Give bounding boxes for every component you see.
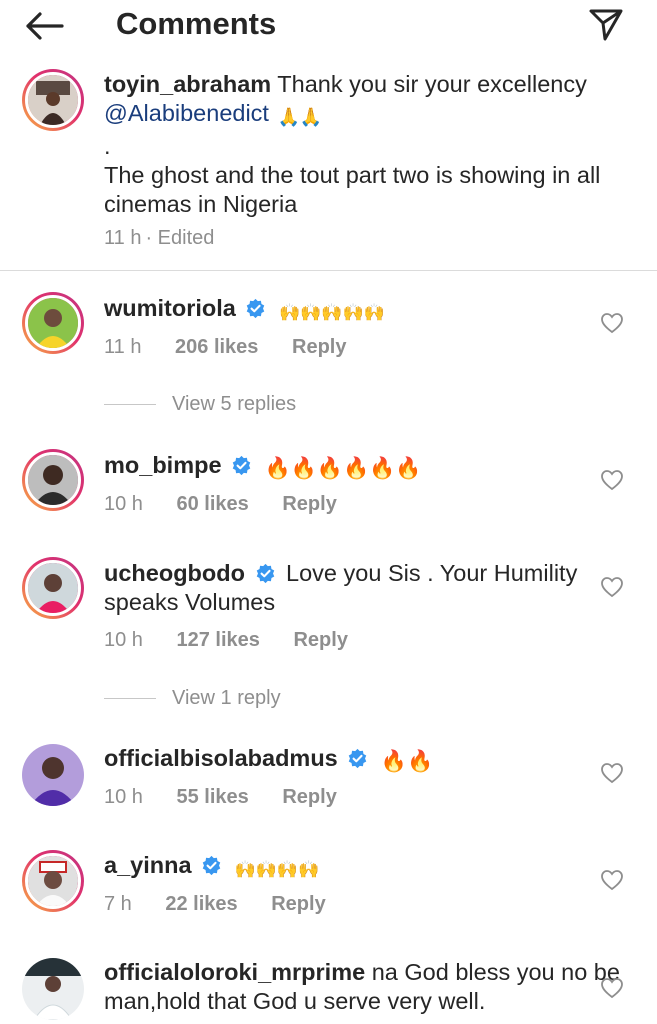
comment-time: 10 h xyxy=(104,786,143,808)
replies-line xyxy=(104,698,156,699)
avatar[interactable] xyxy=(22,449,84,511)
comment-text: officialbisolabadmus 🔥🔥 xyxy=(104,744,624,776)
emoji-reaction: 🙌🙌🙌🙌 xyxy=(234,860,320,879)
comment-time: 10 h xyxy=(104,493,143,515)
top-bar: Comments xyxy=(0,0,657,52)
heart-icon[interactable] xyxy=(600,977,624,999)
view-replies-button[interactable]: View 5 replies xyxy=(104,393,296,416)
comment-time: 10 h xyxy=(104,629,143,651)
back-button[interactable] xyxy=(22,8,66,44)
comment-text: mo_bimpe 🔥🔥🔥🔥🔥🔥 xyxy=(104,451,624,483)
caption-line1: Thank you sir your excellency xyxy=(277,71,587,97)
heart-icon[interactable] xyxy=(600,576,624,598)
caption-meta: 11 h · Edited xyxy=(104,227,242,250)
caption-time: 11 h xyxy=(104,227,142,249)
arrow-left-icon xyxy=(26,12,64,40)
comment-username[interactable]: ucheogbodo xyxy=(104,560,245,586)
view-replies-button[interactable]: View 1 reply xyxy=(104,687,281,710)
comment-time: 11 h xyxy=(104,336,142,358)
comment-meta: 10 h 60 likes Reply xyxy=(104,493,365,516)
verified-badge-icon xyxy=(202,855,221,876)
comment-username[interactable]: wumitoriola xyxy=(104,295,236,321)
comment-meta: 10 h 127 likes Reply xyxy=(104,629,376,652)
likes-count[interactable]: 206 likes xyxy=(175,336,258,358)
likes-count[interactable]: 22 likes xyxy=(165,893,237,915)
avatar[interactable] xyxy=(22,744,84,806)
caption-edited: · Edited xyxy=(145,227,215,249)
caption-dot: . xyxy=(104,133,111,159)
likes-count[interactable]: 60 likes xyxy=(177,493,249,515)
view-replies-label: View 5 replies xyxy=(172,393,297,415)
fire-emoji: 🔥🔥 xyxy=(380,750,434,773)
caption-body: The ghost and the tout part two is showi… xyxy=(104,162,601,217)
comment-meta: 10 h 55 likes Reply xyxy=(104,786,365,809)
reply-button[interactable]: Reply xyxy=(292,336,346,358)
comment-text: a_yinna 🙌🙌🙌🙌 xyxy=(104,851,624,884)
reply-button[interactable]: Reply xyxy=(282,493,336,515)
heart-icon[interactable] xyxy=(600,469,624,491)
view-replies-label: View 1 reply xyxy=(172,687,281,709)
comment-text: officialoloroki_mrprime na God bless you… xyxy=(104,958,624,1016)
verified-badge-icon xyxy=(247,298,265,319)
share-button[interactable] xyxy=(586,6,626,44)
avatar[interactable] xyxy=(22,557,84,619)
reply-button[interactable]: Reply xyxy=(271,893,325,915)
heart-icon[interactable] xyxy=(600,312,624,334)
likes-count[interactable]: 55 likes xyxy=(177,786,249,808)
avatar[interactable] xyxy=(22,292,84,354)
comment-text: wumitoriola 🙌🙌🙌🙌🙌 xyxy=(104,294,624,327)
verified-badge-icon xyxy=(349,748,367,769)
comment-time: 7 h xyxy=(104,893,132,915)
avatar[interactable] xyxy=(22,69,84,131)
comment-meta: 11 h 206 likes Reply xyxy=(104,336,374,359)
emoji-reaction: 🙌🙌🙌🙌🙌 xyxy=(278,303,385,322)
verified-badge-icon xyxy=(256,563,274,584)
divider xyxy=(0,270,657,271)
likes-count[interactable]: 127 likes xyxy=(177,629,260,651)
paper-plane-icon xyxy=(589,9,623,41)
page-title: Comments xyxy=(116,6,277,41)
caption-text: toyin_abraham Thank you sir your excelle… xyxy=(104,70,624,219)
avatar[interactable] xyxy=(22,850,84,912)
heart-icon[interactable] xyxy=(600,762,624,784)
comment-username[interactable]: mo_bimpe xyxy=(104,452,222,478)
comment-text: ucheogbodo Love you Sis . Your Humility … xyxy=(104,559,624,617)
replies-line xyxy=(104,404,156,405)
fire-emoji: 🔥🔥🔥🔥🔥🔥 xyxy=(264,457,422,480)
mention-link[interactable]: @Alabibenedict xyxy=(104,100,269,126)
caption-username[interactable]: toyin_abraham xyxy=(104,71,271,97)
heart-icon[interactable] xyxy=(600,869,624,891)
reply-button[interactable]: Reply xyxy=(282,786,336,808)
verified-badge-icon xyxy=(232,455,251,476)
avatar[interactable] xyxy=(22,958,84,1020)
reply-button[interactable]: Reply xyxy=(293,629,347,651)
comment-username[interactable]: officialbisolabadmus xyxy=(104,745,338,771)
comment-username[interactable]: a_yinna xyxy=(104,852,192,878)
comment-meta: 7 h 22 likes Reply xyxy=(104,893,354,916)
pray-emoji: 🙏🙏 xyxy=(277,107,323,127)
comment-username[interactable]: officialoloroki_mrprime xyxy=(104,959,365,985)
